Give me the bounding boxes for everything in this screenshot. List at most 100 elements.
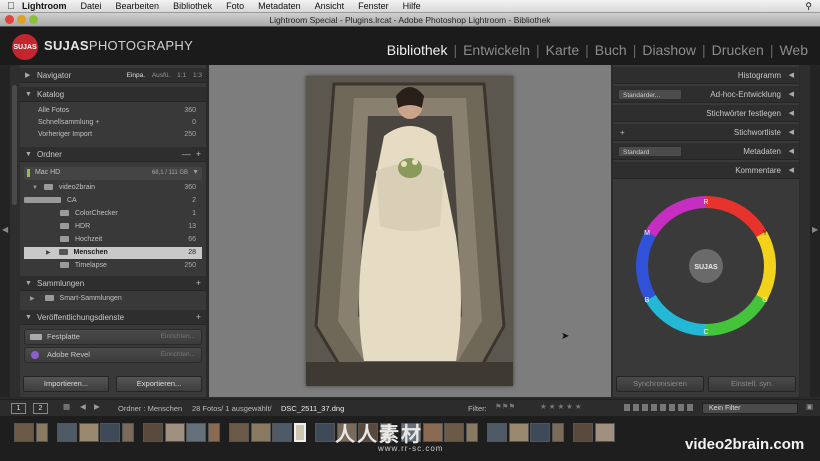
filmstrip-thumbnail[interactable] — [121, 423, 134, 442]
module-karte[interactable]: Karte — [540, 42, 585, 58]
filmstrip-thumbnail[interactable] — [293, 423, 306, 442]
keywording-header[interactable]: Stichwörter festlegen ◀ — [613, 105, 799, 122]
plus-icon[interactable]: + — [196, 149, 201, 159]
module-diashow[interactable]: Diashow — [636, 42, 702, 58]
zoom-1-3[interactable]: 1:3 — [193, 72, 202, 79]
expand-triangle-icon[interactable]: ▼ — [24, 185, 38, 191]
menu-fenster[interactable]: Fenster — [358, 1, 389, 11]
menu-datei[interactable]: Datei — [81, 1, 102, 11]
zoom-fit[interactable]: Einpa. — [127, 72, 145, 79]
module-drucken[interactable]: Drucken — [706, 42, 770, 58]
expand-triangle-icon[interactable]: ▼ — [25, 276, 32, 291]
services-header[interactable]: ▼ Veröffentlichungsdienste + — [20, 310, 206, 325]
service-setup[interactable]: Einrichten... — [161, 348, 195, 362]
selected-filename[interactable]: DSC_2511_37.dng — [281, 404, 344, 413]
menu-bibliothek[interactable]: Bibliothek — [173, 1, 212, 11]
menu-hilfe[interactable]: Hilfe — [403, 1, 421, 11]
filmstrip-thumbnail[interactable] — [229, 423, 249, 442]
filmstrip-thumbnail[interactable] — [143, 423, 163, 442]
zoom-fill[interactable]: Ausfü. — [152, 72, 170, 79]
filmstrip-thumbnail[interactable] — [422, 423, 443, 442]
volume-dropdown-icon[interactable]: ▼ — [192, 167, 199, 179]
folder-row-selected[interactable]: ▶ Menschen 28 — [24, 247, 202, 259]
folder-row[interactable]: Hochzeit 66 — [24, 234, 202, 246]
forward-arrow-icon[interactable]: ▶ — [94, 402, 100, 411]
filmstrip-thumbnail[interactable] — [508, 423, 529, 442]
histogram-header[interactable]: Histogramm ◀ — [613, 67, 799, 84]
main-photo[interactable] — [306, 76, 513, 386]
secondary-window-button[interactable]: 2 — [33, 403, 48, 414]
filmstrip-thumbnail[interactable] — [465, 423, 478, 442]
folder-row[interactable]: ColorChecker 1 — [24, 208, 202, 220]
magnifier-icon[interactable]: ⚲ — [805, 1, 812, 12]
sammlungen-header[interactable]: ▼ Sammlungen + — [20, 276, 206, 291]
left-panel-toggle[interactable]: ◀ — [0, 65, 10, 397]
module-web[interactable]: Web — [773, 42, 814, 58]
collapse-triangle-icon[interactable]: ◀ — [789, 67, 794, 84]
filmstrip-thumbnail[interactable] — [315, 423, 335, 442]
export-button[interactable]: Exportieren... — [116, 376, 202, 392]
folder-row[interactable]: CA 2 — [24, 195, 202, 207]
collapse-triangle-icon[interactable]: ◀ — [789, 162, 794, 179]
service-setup[interactable]: Einrichten... — [161, 330, 195, 344]
smart-collections-row[interactable]: ▶ Smart-Sammlungen — [24, 293, 202, 305]
collapse-triangle-icon[interactable]: ◀ — [789, 143, 794, 160]
catalog-row-previous-import[interactable]: Vorheriger Import 250 — [24, 129, 202, 141]
menu-foto[interactable]: Foto — [226, 1, 244, 11]
filmstrip-thumbnail[interactable] — [186, 423, 206, 442]
import-button[interactable]: Importieren... — [23, 376, 109, 392]
ordner-header[interactable]: ▼ Ordner — + — [20, 147, 206, 162]
filmstrip-thumbnail[interactable] — [272, 423, 292, 442]
filmstrip-thumbnail[interactable] — [573, 423, 593, 442]
expand-triangle-icon[interactable]: ▼ — [25, 87, 32, 102]
collapsed-triangle-icon[interactable]: ▶ — [24, 250, 51, 256]
collapse-triangle-icon[interactable]: ▶ — [25, 68, 30, 83]
menu-ansicht[interactable]: Ansicht — [315, 1, 345, 11]
filmstrip-thumbnail[interactable] — [57, 423, 77, 442]
right-panel-toggle[interactable]: ▶ — [810, 65, 820, 397]
close-window-icon[interactable] — [5, 15, 14, 24]
source-label[interactable]: Ordner : Menschen — [118, 404, 182, 413]
module-entwickeln[interactable]: Entwickeln — [457, 42, 536, 58]
plus-icon[interactable]: + — [620, 124, 625, 141]
filmstrip-thumbnail[interactable] — [444, 423, 464, 442]
expand-triangle-icon[interactable]: ▼ — [25, 310, 32, 325]
filmstrip-thumbnail[interactable] — [551, 423, 564, 442]
navigator-header[interactable]: ▶ Navigator Einpa. Ausfü. 1:1 1:3 — [20, 68, 206, 83]
filmstrip-thumbnail[interactable] — [14, 423, 34, 442]
plus-icon[interactable]: + — [196, 310, 201, 325]
zoom-window-icon[interactable] — [29, 15, 38, 24]
keyword-list-header[interactable]: + Stichwortliste ◀ — [613, 124, 799, 141]
module-buch[interactable]: Buch — [589, 42, 633, 58]
filmstrip-thumbnail[interactable] — [487, 423, 507, 442]
catalog-row-all-photos[interactable]: Alle Fotos 360 — [24, 105, 202, 117]
back-arrow-icon[interactable]: ◀ — [80, 402, 86, 411]
collapse-triangle-icon[interactable]: ◀ — [789, 86, 794, 103]
menu-bearbeiten[interactable]: Bearbeiten — [116, 1, 160, 11]
collapse-right-icon[interactable]: ▶ — [812, 225, 818, 234]
sync-button[interactable]: Synchronisieren — [616, 376, 704, 392]
volume-row[interactable]: Mac HD 68,1 / 111 GB ▼ — [24, 167, 202, 180]
plus-icon[interactable]: + — [196, 276, 201, 291]
minimize-window-icon[interactable] — [17, 15, 26, 24]
right-scrollbar-track[interactable] — [800, 65, 810, 397]
filmstrip-thumbnail[interactable] — [594, 423, 615, 442]
folder-row[interactable]: HDR 13 — [24, 221, 202, 233]
module-bibliothek[interactable]: Bibliothek — [381, 42, 454, 58]
filmstrip-thumbnail[interactable] — [35, 423, 48, 442]
service-adobe-revel[interactable]: Adobe Revel Einrichten... — [24, 347, 202, 363]
filter-preset-select[interactable]: Kein Filter — [702, 403, 798, 414]
left-scrollbar-thumb[interactable] — [12, 85, 17, 205]
color-label-filter[interactable] — [624, 404, 694, 411]
quick-develop-header[interactable]: Standarder... Ad-hoc-Entwicklung ◀ — [613, 86, 799, 103]
metadata-header[interactable]: Standard Metadaten ◀ — [613, 143, 799, 160]
collapse-left-icon[interactable]: ◀ — [2, 225, 8, 234]
filmstrip-thumbnail[interactable] — [100, 423, 120, 442]
comments-header[interactable]: Kommentare ◀ — [613, 162, 799, 179]
folder-row[interactable]: Timelapse 250 — [24, 260, 202, 272]
rating-filter-icon[interactable]: ★★★★★ — [540, 402, 584, 411]
filmstrip-thumbnail[interactable] — [250, 423, 271, 442]
quick-develop-preset-select[interactable]: Standarder... — [618, 89, 682, 100]
filmstrip-thumbnail[interactable] — [530, 423, 550, 442]
grid-icon[interactable]: ▦ — [63, 402, 70, 411]
